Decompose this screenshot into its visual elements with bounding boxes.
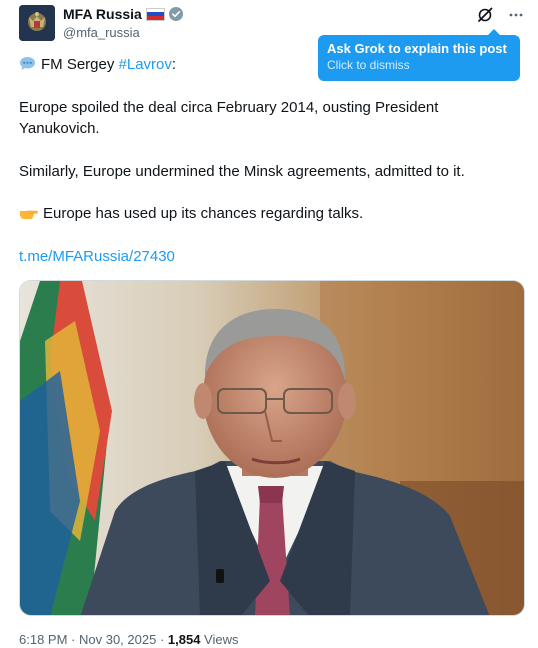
- tweet[interactable]: MFA Russia @mfa_russia Ask Grok to expla…: [0, 0, 538, 648]
- post-header: MFA Russia @mfa_russia: [19, 5, 184, 41]
- more-options-icon[interactable]: [508, 7, 524, 23]
- post-paragraph-3: Europe has used up its chances regarding…: [43, 205, 364, 222]
- post-time[interactable]: 6:18 PM: [19, 632, 67, 647]
- post-image[interactable]: [19, 280, 525, 616]
- portrait-photo: [20, 281, 524, 615]
- post-paragraph-2: Similarly, Europe undermined the Minsk a…: [19, 163, 465, 180]
- post-link-line: t.me/MFARussia/27430: [19, 246, 519, 267]
- russia-flag-icon: [145, 7, 165, 21]
- meta-separator-1: ·: [67, 632, 79, 647]
- hashtag-link[interactable]: #Lavrov: [119, 56, 172, 73]
- coat-of-arms-icon[interactable]: [19, 5, 55, 41]
- verified-badge-icon: [168, 7, 183, 21]
- post-text: FM Sergey #Lavrov: Europe spoiled the de…: [19, 54, 519, 267]
- author-handle[interactable]: @mfa_russia: [63, 25, 184, 40]
- views-count: 1,854: [167, 632, 201, 647]
- post-metadata: 6:18 PM · Nov 30, 2025 · 1,854 Views: [19, 632, 239, 647]
- post-paragraph-3-line: Europe has used up its chances regarding…: [19, 203, 519, 224]
- post-lead-suffix: :: [171, 56, 177, 73]
- post-actions-top: [476, 6, 524, 24]
- speech-bubble-icon: [20, 57, 35, 70]
- meta-separator-2: ·: [156, 632, 168, 647]
- post-date[interactable]: Nov 30, 2025: [79, 632, 156, 647]
- post-lead-line: FM Sergey #Lavrov:: [19, 54, 519, 75]
- post-lead-prefix: FM Sergey: [41, 56, 119, 73]
- telegram-link[interactable]: t.me/MFARussia/27430: [19, 248, 175, 265]
- grok-icon[interactable]: [476, 6, 494, 24]
- pointing-hand-icon: [20, 210, 38, 219]
- author-display-name[interactable]: MFA Russia: [63, 6, 142, 22]
- views-label: Views: [200, 632, 239, 647]
- author-names: MFA Russia @mfa_russia: [63, 5, 184, 40]
- post-paragraph-1: Europe spoiled the deal circa February 2…: [19, 99, 439, 137]
